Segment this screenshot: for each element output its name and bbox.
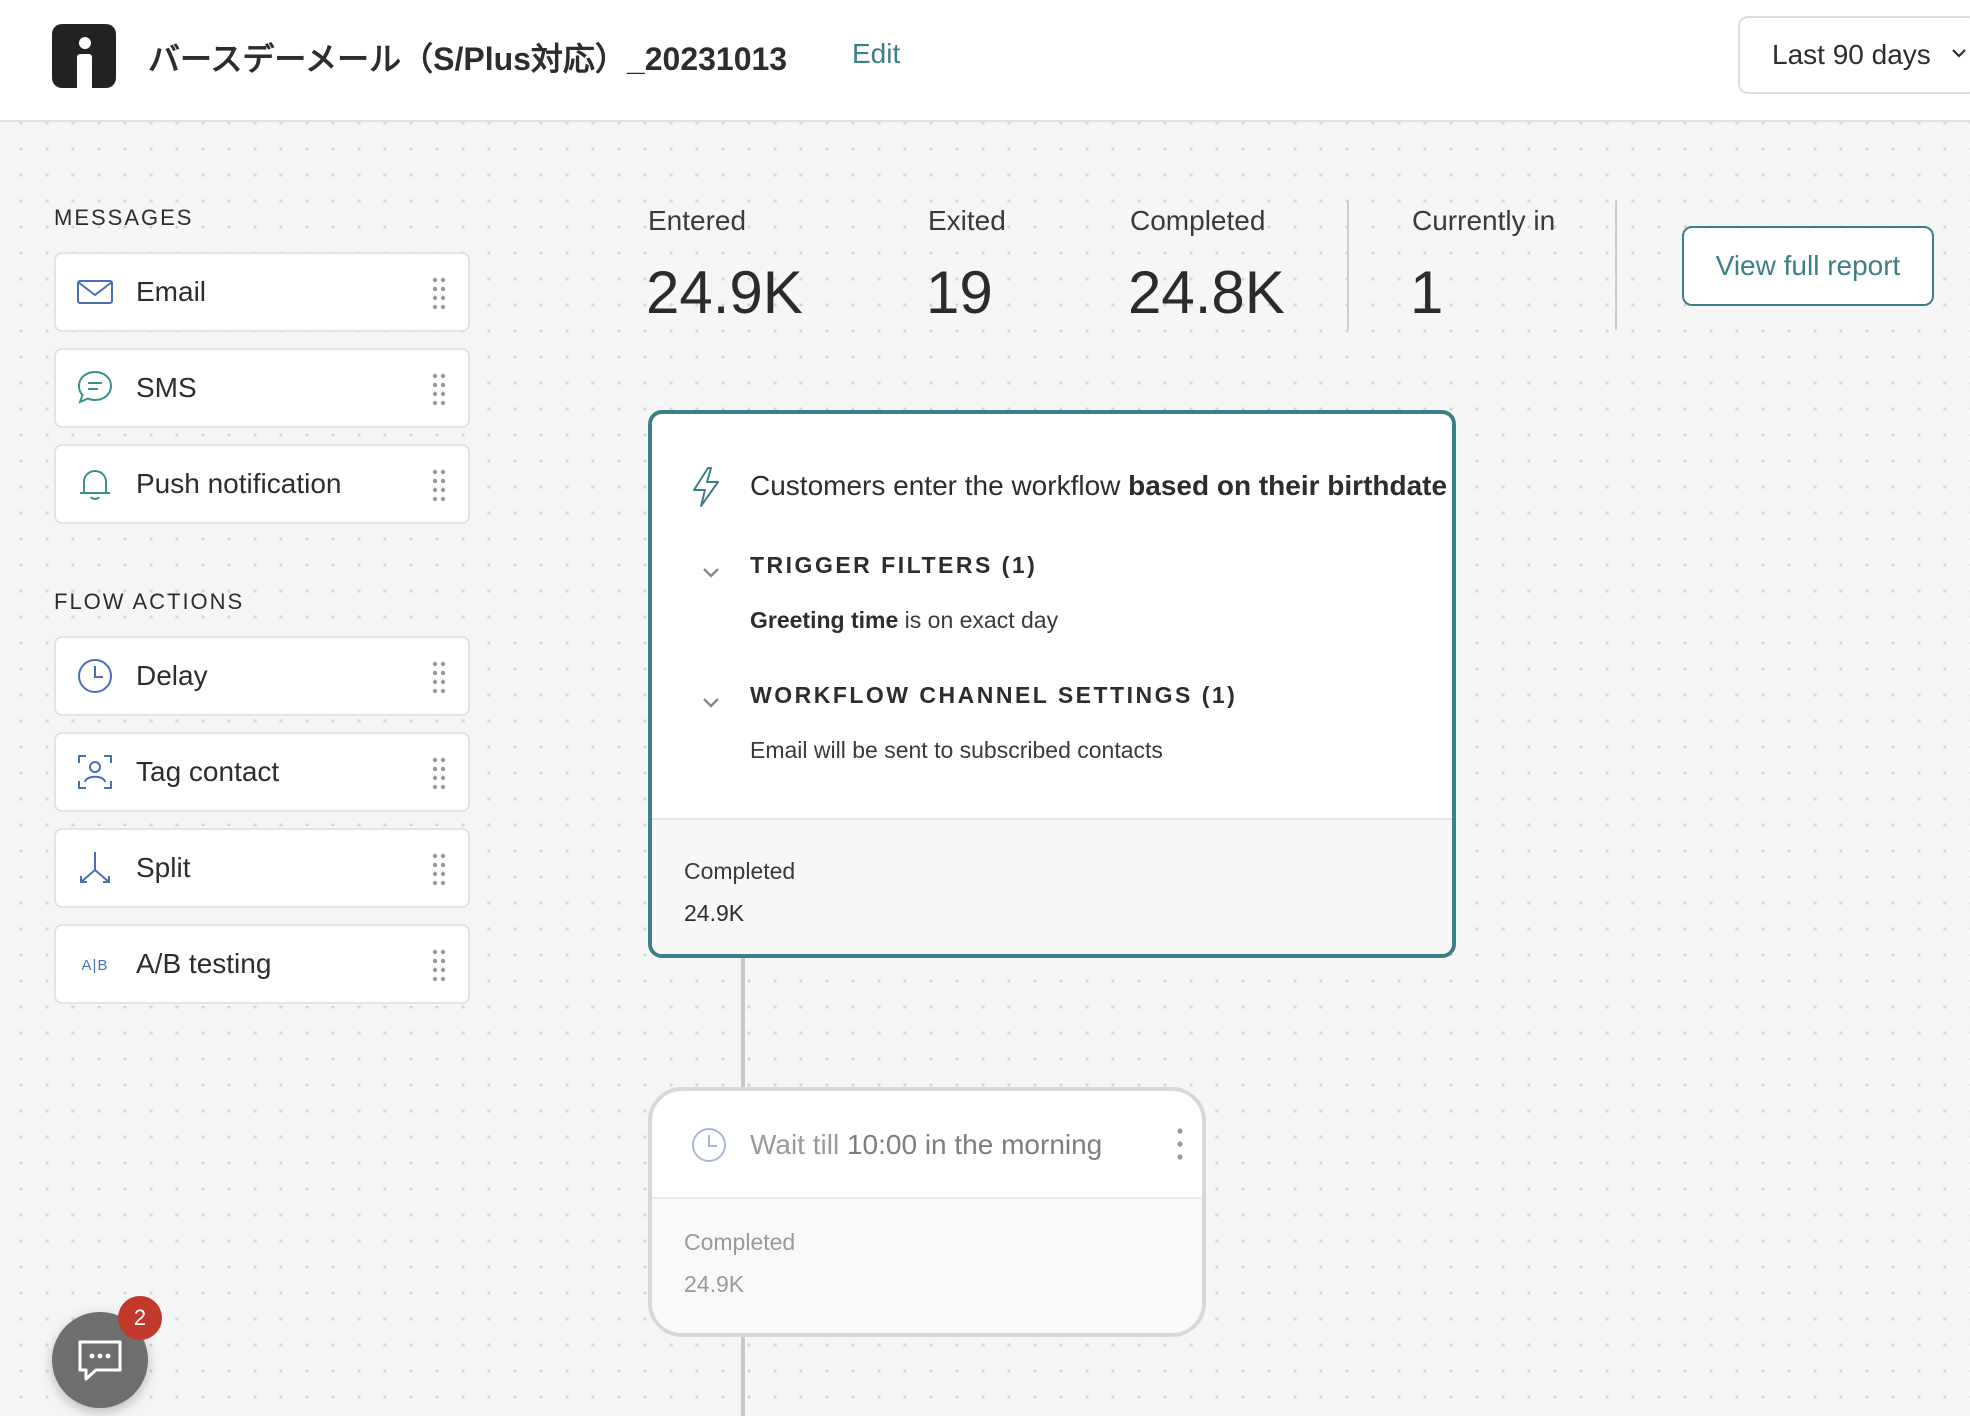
date-range-select[interactable]: Last 90 days (1738, 16, 1970, 94)
palette-item-split[interactable]: Split (54, 828, 470, 908)
envelope-icon (77, 280, 113, 304)
stats-divider (1347, 200, 1349, 330)
trigger-filter-condition: is on exact day (898, 607, 1059, 633)
stat-exited-value: 19 (926, 259, 993, 326)
trigger-description-emphasis: based on their birthdate (1128, 470, 1448, 501)
chevron-down-icon[interactable] (702, 696, 720, 710)
palette-item-label: Delay (136, 660, 208, 691)
trigger-completed-label: Completed (684, 858, 796, 884)
stat-currently-in-value: 1 (1410, 259, 1444, 326)
palette-item-label: Tag contact (136, 756, 280, 787)
stat-exited-label: Exited (928, 205, 1006, 236)
delay-card-footer: Completed 24.9K (652, 1197, 1202, 1333)
drag-handle-icon[interactable] (432, 372, 446, 406)
drag-handle-icon[interactable] (432, 756, 446, 790)
clock-icon (692, 1128, 726, 1162)
channel-settings-text: Email will be sent to subscribed contact… (750, 737, 1163, 763)
drag-handle-icon[interactable] (432, 660, 446, 694)
logo-dot (79, 37, 91, 49)
palette-item-delay[interactable]: Delay (54, 636, 470, 716)
palette-item-label: Split (136, 852, 191, 883)
palette-item-label: SMS (136, 372, 197, 403)
workflow-title: バースデーメール（S/Plus対応）_20231013 (148, 41, 788, 77)
app-logo[interactable] (52, 24, 116, 88)
palette-item-sms[interactable]: SMS (54, 348, 470, 428)
palette-item-tag-contact[interactable]: Tag contact (54, 732, 470, 812)
trigger-filter-rule: Greeting time is on exact day (750, 607, 1058, 634)
chevron-down-icon (1952, 49, 1966, 58)
date-range-value: Last 90 days (1772, 39, 1931, 70)
channel-settings-heading[interactable]: WORKFLOW CHANNEL SETTINGS (1) (750, 682, 1237, 709)
palette-item-label: Push notification (136, 468, 342, 499)
trigger-description: Customers enter the workflow based on th… (750, 470, 1447, 502)
palette-item-push-notification[interactable]: Push notification (54, 444, 470, 524)
delay-completed-value: 24.9K (684, 1271, 745, 1297)
edit-title-link[interactable]: Edit (852, 38, 900, 70)
drag-handle-icon[interactable] (432, 468, 446, 502)
view-full-report-button[interactable]: View full report (1682, 226, 1934, 306)
drag-handle-icon[interactable] (432, 948, 446, 982)
tag-contact-icon (78, 755, 112, 789)
trigger-card[interactable]: Customers enter the workflow based on th… (648, 410, 1456, 958)
trigger-description-text: Customers enter the workflow (750, 470, 1129, 501)
flow-connector (741, 1335, 745, 1416)
delay-step-text: Wait till (750, 1129, 847, 1160)
delay-completed-label: Completed (684, 1229, 796, 1255)
trigger-filters-heading[interactable]: TRIGGER FILTERS (1) (750, 552, 1037, 579)
ab-testing-icon: A|B (82, 957, 109, 974)
top-bar: バースデーメール（S/Plus対応）_20231013 Edit Last 90… (0, 0, 1970, 122)
more-options-icon[interactable] (1176, 1127, 1184, 1161)
delay-step-description: Wait till 10:00 in the morning (750, 1129, 1102, 1161)
trigger-completed-value: 24.9K (684, 900, 745, 926)
messages-section-title: MESSAGES (54, 205, 194, 230)
palette-item-email[interactable]: Email (54, 252, 470, 332)
chat-icon (78, 1340, 122, 1381)
bell-icon (80, 470, 110, 500)
logo-stem (77, 54, 92, 88)
stat-completed-value: 24.8K (1128, 259, 1285, 326)
palette-item-label: Email (136, 276, 207, 307)
drag-handle-icon[interactable] (432, 852, 446, 886)
trigger-filter-field: Greeting time (750, 607, 899, 633)
lightning-bolt-icon (693, 467, 719, 507)
flow-connector (741, 958, 745, 1089)
drag-handle-icon[interactable] (432, 276, 446, 310)
palette-item-ab-testing[interactable]: A|B A/B testing (54, 924, 470, 1004)
delay-step-time: 10:00 in the morning (846, 1129, 1103, 1160)
trigger-card-footer: Completed 24.9K (652, 818, 1452, 954)
split-icon (80, 852, 110, 883)
unread-count-badge: 2 (118, 1296, 162, 1340)
stat-entered-label: Entered (648, 205, 747, 236)
stat-currently-in-label: Currently in (1412, 205, 1556, 236)
chat-bubble-icon (77, 370, 113, 404)
stat-completed-label: Completed (1130, 205, 1266, 236)
palette-item-label: A/B testing (136, 948, 272, 979)
stat-entered-value: 24.9K (646, 259, 803, 326)
stats-divider (1615, 200, 1617, 330)
chevron-down-icon[interactable] (702, 566, 720, 580)
flow-actions-section-title: FLOW ACTIONS (54, 589, 245, 614)
svg-text:A|B: A|B (82, 957, 109, 974)
clock-icon (78, 659, 112, 693)
delay-step-card[interactable]: Wait till 10:00 in the morning Completed… (648, 1087, 1206, 1337)
